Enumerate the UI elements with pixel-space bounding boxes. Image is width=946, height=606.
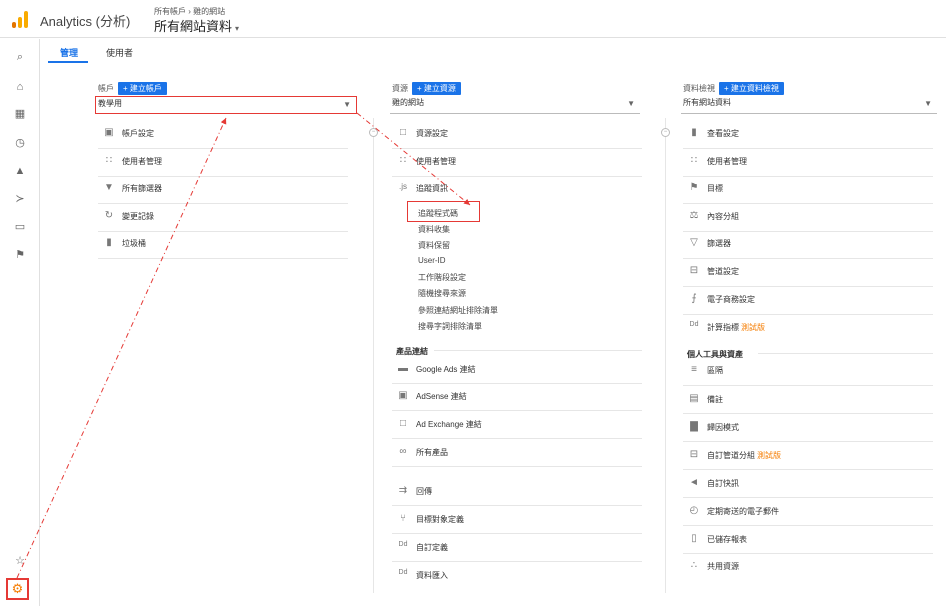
arrow-account-to-tracking <box>356 112 471 206</box>
annotation-overlay <box>16 112 471 579</box>
arrow-gear-to-account <box>16 117 227 579</box>
